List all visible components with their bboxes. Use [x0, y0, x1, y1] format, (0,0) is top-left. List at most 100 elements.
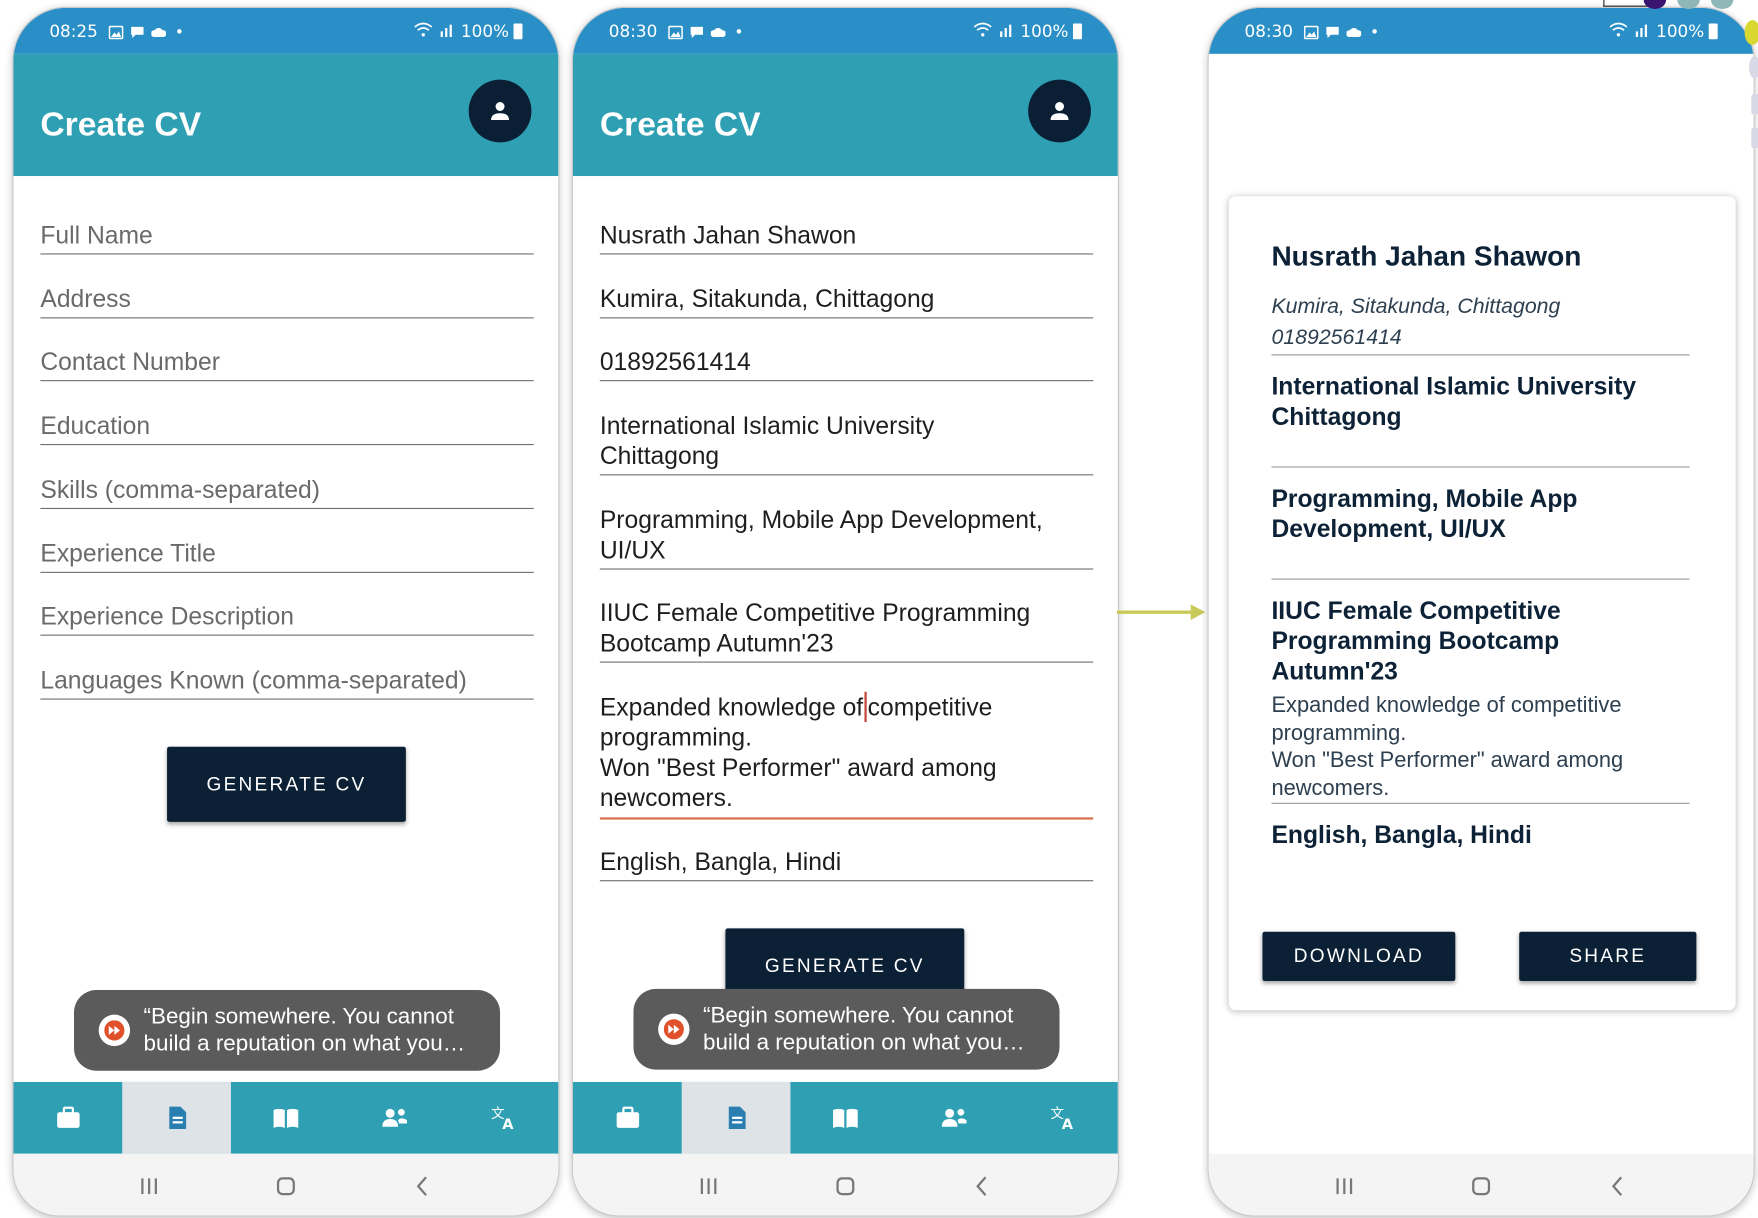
education-line-2: Chittagong	[599, 441, 720, 470]
contact-number-input[interactable]: 01892561414	[599, 346, 1094, 382]
home-icon[interactable]	[833, 1173, 858, 1198]
decorative-dot	[1751, 127, 1758, 148]
home-icon[interactable]	[274, 1173, 299, 1198]
quote-toast: “Begin somewhere. You cannot build a rep…	[633, 988, 1060, 1070]
experience-description-input[interactable]: Experience Description	[40, 601, 534, 636]
page-title: Create CV	[599, 106, 761, 144]
full-name-input[interactable]: Full Name	[40, 220, 534, 255]
experience-description-input[interactable]: Expanded knowledge of competitive program…	[599, 691, 1094, 820]
cv-education: International Islamic University Chittag…	[1271, 372, 1637, 431]
nav-translate[interactable]: 文A	[1009, 1082, 1118, 1154]
generate-cv-button[interactable]: GENERATE CV	[167, 746, 406, 822]
home-icon[interactable]	[1469, 1173, 1494, 1198]
phone-filled-form: 08:30 100% Create CV Nusrath Jahan Shawo…	[571, 6, 1119, 1217]
battery-level: 100%	[1020, 20, 1069, 41]
nav-community[interactable]	[340, 1082, 449, 1154]
experience-title-line-2: Bootcamp Autumn'23	[599, 628, 834, 658]
status-time: 08:25	[49, 20, 98, 41]
more-notifications-dot-icon	[1372, 28, 1378, 34]
download-button[interactable]: DOWNLOAD	[1262, 931, 1456, 982]
back-icon[interactable]	[970, 1173, 995, 1198]
nav-learn[interactable]	[231, 1082, 340, 1154]
status-time: 08:30	[1244, 20, 1294, 41]
full-name-input[interactable]: Nusrath Jahan Shawon	[599, 220, 1094, 255]
experience-title-line-1: IIUC Female Competitive Programming	[599, 598, 1031, 627]
address-input[interactable]: Kumira, Sitakunda, Chittagong	[599, 284, 1094, 319]
decorative-dot	[1749, 56, 1758, 79]
quote-toast: “Begin somewhere. You cannot build a rep…	[73, 990, 501, 1071]
share-button[interactable]: SHARE	[1519, 931, 1697, 982]
status-bar: 08:30 100%	[1208, 7, 1754, 54]
phone-generated-cv: 08:30 100% Nusrath Jahan Shawon Kumira, …	[1207, 6, 1755, 1217]
decorative-dot	[1744, 20, 1758, 45]
chat-notification-icon	[1326, 24, 1341, 38]
cv-address: Kumira, Sitakunda, Chittagong	[1271, 294, 1561, 319]
cv-experience-title: IIUC Female Competitive Programming Boot…	[1271, 596, 1561, 686]
decorative-dot	[1751, 94, 1758, 115]
skills-input[interactable]: Skills (comma-separated)	[40, 474, 534, 510]
people-icon	[942, 1108, 967, 1127]
description-text-before-caret: Expanded knowledge of	[599, 692, 864, 721]
education-input[interactable]: International Islamic University Chittag…	[599, 410, 1094, 476]
system-navigation	[13, 1153, 559, 1216]
fast-forward-icon	[98, 1014, 131, 1047]
signal-icon	[997, 21, 1016, 41]
signal-icon	[437, 21, 456, 41]
nav-community[interactable]	[900, 1082, 1009, 1154]
person-icon	[1050, 102, 1069, 120]
nav-create-cv[interactable]	[681, 1081, 791, 1154]
battery-icon	[1708, 22, 1718, 39]
wifi-icon	[973, 21, 992, 41]
nav-jobs[interactable]	[13, 1082, 122, 1154]
more-notifications-dot-icon	[177, 28, 182, 34]
nav-jobs[interactable]	[573, 1082, 682, 1154]
profile-button[interactable]	[468, 79, 532, 143]
cv-experience-description: Expanded knowledge of competitive progra…	[1271, 692, 1624, 800]
cv-preview-card: Nusrath Jahan Shawon Kumira, Sitakunda, …	[1228, 196, 1736, 1011]
education-input[interactable]: Education	[40, 410, 534, 446]
cloud-notification-icon	[1346, 24, 1363, 37]
recent-apps-icon[interactable]	[696, 1173, 721, 1198]
status-bar: 08:30 100%	[572, 7, 1118, 54]
svg-text:A: A	[503, 1116, 515, 1132]
skills-input[interactable]: Programming, Mobile App Development, UI/…	[599, 505, 1094, 570]
cv-skills: Programming, Mobile App Development, UI/…	[1271, 484, 1578, 543]
briefcase-icon	[56, 1106, 80, 1128]
status-time: 08:30	[608, 20, 658, 41]
description-text-rest: programming. Won "Best Performer" award …	[599, 723, 997, 812]
svg-text:A: A	[1062, 1116, 1074, 1132]
battery-level: 100%	[1656, 20, 1705, 41]
address-input[interactable]: Address	[40, 284, 534, 319]
experience-title-input[interactable]: IIUC Female Competitive Programming Boot…	[599, 598, 1094, 663]
signal-icon	[1633, 21, 1652, 41]
gallery-notification-icon	[668, 24, 684, 40]
book-icon	[833, 1108, 858, 1128]
languages-input[interactable]: Languages Known (comma-separated)	[40, 665, 534, 700]
cv-languages: English, Bangla, Hindi	[1271, 820, 1532, 849]
bottom-navigation: 文A	[13, 1081, 559, 1154]
briefcase-icon	[616, 1106, 639, 1128]
cv-divider	[1271, 802, 1690, 804]
back-icon[interactable]	[1606, 1173, 1631, 1198]
decorative-line	[1603, 5, 1649, 7]
people-icon	[382, 1108, 408, 1127]
nav-learn[interactable]	[791, 1082, 900, 1154]
contact-number-input[interactable]: Contact Number	[40, 346, 534, 382]
nav-translate[interactable]: 文A	[449, 1082, 558, 1154]
more-notifications-dot-icon	[736, 28, 742, 34]
screenshot-stage: 08:25 100% Create CV Full Name Address C…	[0, 0, 1758, 1218]
page-title: Create CV	[40, 106, 202, 144]
person-icon	[491, 102, 510, 120]
status-bar: 08:25 100%	[13, 7, 559, 54]
nav-create-cv[interactable]	[122, 1081, 232, 1154]
book-icon	[273, 1108, 299, 1128]
recent-apps-icon[interactable]	[137, 1173, 162, 1198]
app-bar: Create CV	[572, 53, 1118, 177]
gallery-notification-icon	[108, 24, 124, 40]
experience-title-input[interactable]: Experience Title	[40, 538, 534, 573]
description-text-after-caret: competitive	[867, 692, 993, 721]
back-icon[interactable]	[410, 1173, 435, 1198]
recent-apps-icon[interactable]	[1332, 1173, 1357, 1198]
languages-input[interactable]: English, Bangla, Hindi	[599, 847, 1094, 882]
profile-button[interactable]	[1028, 79, 1091, 143]
